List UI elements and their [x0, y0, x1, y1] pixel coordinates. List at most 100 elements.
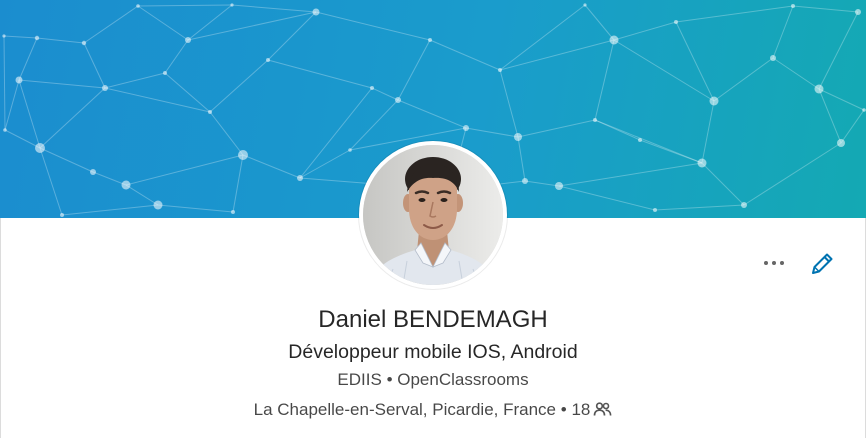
network-line [242, 154, 301, 179]
network-line [299, 87, 373, 179]
network-node [2, 34, 6, 38]
network-line [299, 149, 351, 179]
network-line [83, 42, 106, 89]
profile-photo[interactable] [359, 141, 507, 289]
network-line [701, 100, 715, 164]
network-line [639, 139, 703, 164]
network-line [4, 79, 20, 131]
network-line [594, 119, 641, 141]
profile-location-row: La Chapelle-en-Serval, Picardie, France … [0, 398, 866, 422]
network-line [209, 59, 269, 113]
network-line [137, 4, 233, 7]
network-node [855, 9, 861, 15]
network-node [266, 58, 270, 62]
network-node [163, 71, 167, 75]
network-line [594, 39, 615, 121]
network-node [583, 3, 587, 7]
network-line [209, 111, 244, 156]
network-node [15, 76, 23, 84]
network-line [267, 59, 373, 89]
network-node [153, 200, 163, 210]
network-line [517, 136, 526, 182]
network-line [164, 39, 189, 74]
network-node [60, 213, 64, 217]
network-line [584, 4, 615, 41]
more-actions-button[interactable] [758, 251, 790, 275]
separator-dot: • [386, 370, 393, 389]
profile-top-card: Daniel BENDEMAGH Développeur mobile IOS,… [0, 0, 866, 438]
network-line [613, 21, 677, 41]
network-node [395, 97, 401, 103]
network-node [348, 148, 352, 152]
network-node [653, 208, 657, 212]
network-line [39, 147, 63, 216]
network-line [713, 57, 774, 102]
network-line [558, 185, 656, 211]
network-node [638, 138, 642, 142]
network-line [397, 39, 431, 101]
network-line [83, 5, 139, 44]
network-line [104, 72, 166, 89]
network-line [371, 87, 399, 101]
network-line [92, 171, 127, 186]
network-line [3, 35, 38, 39]
network-node [498, 68, 502, 72]
network-line [315, 11, 431, 41]
network-node [297, 175, 303, 181]
network-line [125, 154, 244, 186]
network-line [232, 154, 244, 213]
school-link[interactable]: OpenClassrooms [397, 370, 528, 389]
network-node [370, 86, 374, 90]
people-icon [594, 402, 612, 416]
network-line [465, 127, 519, 138]
network-line [18, 79, 106, 89]
network-line [675, 5, 794, 23]
profile-location: La Chapelle-en-Serval, Picardie, France [253, 400, 557, 419]
network-line [3, 35, 6, 131]
connections-count: 18 [571, 400, 591, 419]
network-line [397, 99, 467, 129]
profile-name: Daniel BENDEMAGH [318, 306, 548, 333]
separator-dot: • [560, 400, 567, 419]
network-node [90, 169, 96, 175]
profile-headline: Développeur mobile IOS, Android [288, 341, 578, 363]
network-line [499, 69, 519, 138]
network-node [709, 96, 719, 106]
network-node [555, 182, 563, 190]
network-node [208, 110, 212, 114]
connections-link[interactable]: 18 [571, 400, 612, 419]
network-node [231, 210, 235, 214]
network-line [517, 119, 596, 138]
network-line [125, 184, 159, 206]
network-node [674, 20, 678, 24]
network-line [792, 5, 859, 13]
network-node [837, 139, 845, 147]
network-node [3, 128, 7, 132]
network-node [814, 84, 824, 94]
network-node [770, 55, 776, 61]
network-line [137, 5, 189, 41]
network-node [121, 180, 131, 190]
network-node [514, 133, 522, 141]
current-company-link[interactable]: EDIIS [337, 370, 381, 389]
network-node [697, 158, 707, 168]
network-line [157, 204, 234, 213]
network-line [654, 204, 745, 211]
network-node [428, 38, 432, 42]
network-line [39, 147, 94, 173]
network-line [499, 39, 615, 71]
network-node [862, 108, 866, 112]
network-node [593, 118, 597, 122]
network-line [499, 4, 586, 71]
edit-profile-button[interactable] [808, 250, 836, 278]
more-horizontal-icon [758, 251, 790, 275]
network-node [238, 150, 248, 160]
network-node [102, 85, 108, 91]
network-line [772, 5, 794, 59]
network-line [4, 129, 41, 149]
network-line [429, 39, 501, 71]
network-line [39, 87, 106, 149]
network-line [772, 57, 820, 90]
network-node [136, 4, 140, 8]
network-node [312, 8, 320, 16]
